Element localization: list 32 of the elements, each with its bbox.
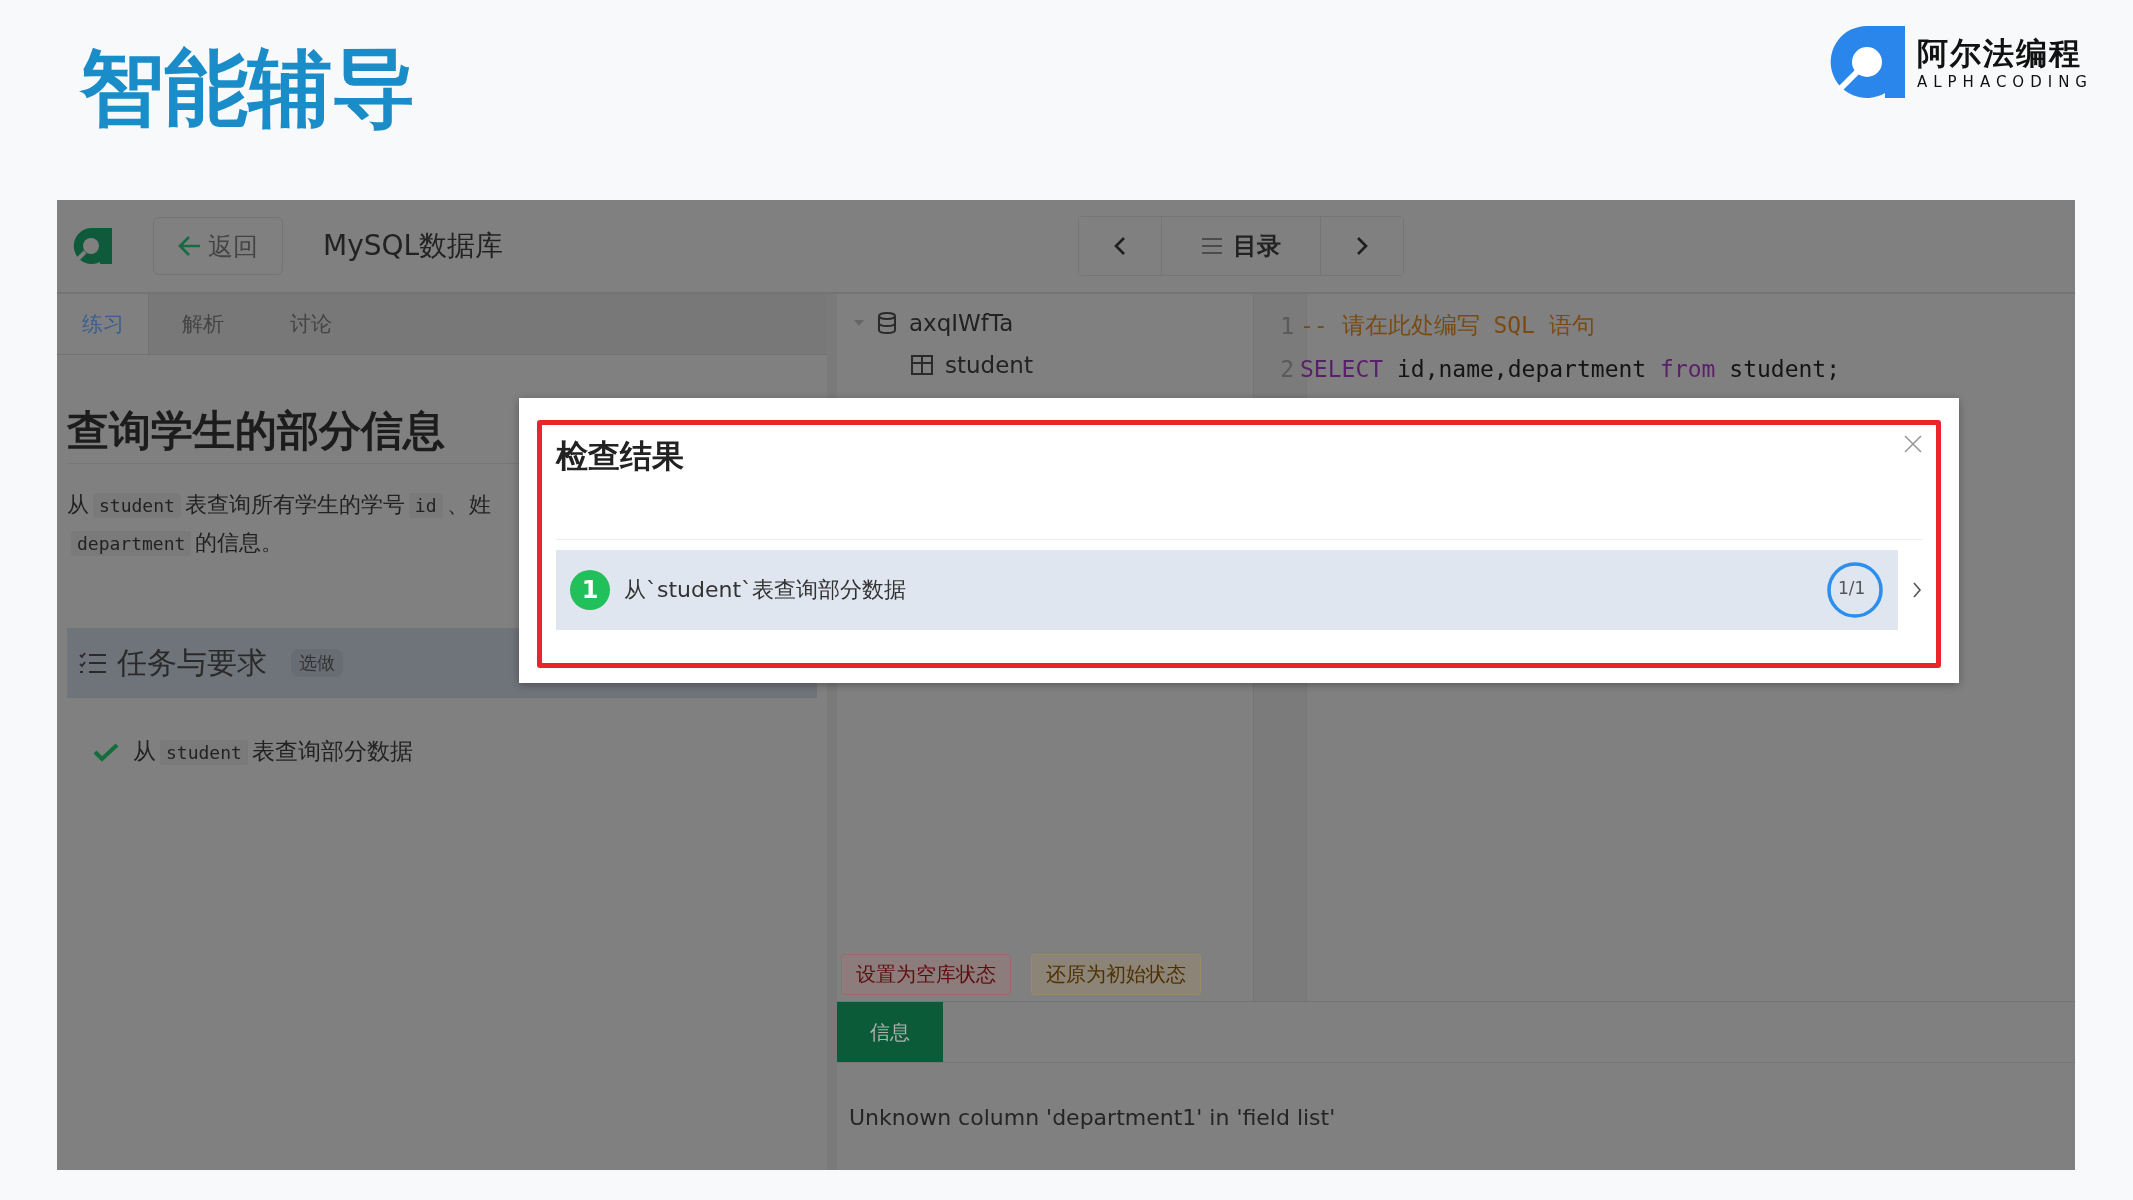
result-text: 从`student`表查询部分数据 (624, 576, 908, 604)
close-icon[interactable] (1904, 435, 1922, 453)
table-icon (911, 355, 933, 375)
code-line: -- 请在此处编写 SQL 语句 (1300, 311, 1595, 340)
checklist-icon (79, 651, 107, 675)
arrow-left-icon (178, 235, 202, 257)
brand-tagline: ALPHACODING (1916, 73, 2093, 91)
database-icon (877, 312, 897, 334)
output-tab[interactable]: 信息 (837, 1002, 943, 1062)
progress-text: 1/1 (1838, 578, 1866, 598)
page-title: MySQL数据库 (323, 228, 504, 264)
chevron-left-icon (1113, 236, 1128, 256)
step-number: 1 (570, 570, 610, 610)
chevron-right-icon[interactable] (1912, 581, 1922, 599)
table-name[interactable]: student (945, 352, 1033, 378)
database-name[interactable]: axqIWfTa (909, 310, 1014, 336)
task-text: 从 student 表查询部分数据 (133, 737, 413, 767)
code-line: SELECT id,name,department from student; (1300, 355, 1841, 382)
database-action-button[interactable]: 设置为空库状态 (841, 954, 1011, 995)
catalog-button[interactable]: 目录 (1161, 217, 1322, 275)
chevron-right-icon (1355, 236, 1370, 256)
list-icon (1201, 237, 1224, 255)
progress-ring (1826, 561, 1884, 619)
optional-badge: 选做 (291, 649, 343, 677)
slide-title: 智能辅导 (80, 38, 416, 138)
brand-name: 阿尔法编程 (1916, 34, 2083, 73)
back-button[interactable]: 返回 (153, 217, 283, 275)
database-action-button[interactable]: 还原为初始状态 (1031, 954, 1201, 995)
description-text: 从 student 表查询所有学生的学号 id 、姓 department 的信息。 (67, 491, 491, 558)
task-title: 任务与要求 (117, 643, 267, 682)
caret-down-icon[interactable] (853, 318, 865, 328)
error-message: Unknown column 'department1' in 'field list' (848, 1104, 1337, 1130)
